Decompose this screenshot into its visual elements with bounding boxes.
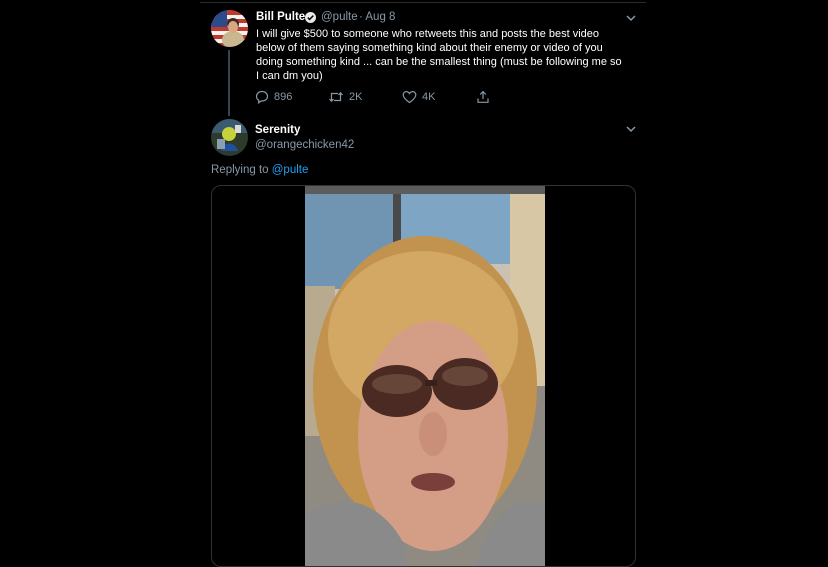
retweet-icon: [329, 91, 343, 103]
serenity-avatar[interactable]: [211, 119, 248, 156]
retweet-button[interactable]: 2K: [328, 89, 362, 105]
reply-icon: [255, 90, 269, 104]
reply-button[interactable]: 896: [255, 89, 292, 105]
author-name[interactable]: Bill Pulte: [256, 11, 305, 23]
reply-author-name[interactable]: Serenity: [255, 124, 300, 136]
top-divider: [200, 2, 646, 3]
avatar-image: [211, 119, 248, 156]
author-handle[interactable]: @pulte: [321, 11, 358, 23]
bill-pulte-avatar[interactable]: [211, 10, 248, 47]
verified-badge-icon: [305, 12, 316, 23]
avatar-image: [211, 10, 248, 47]
video-still-image: [305, 186, 545, 566]
share-icon: [477, 90, 489, 103]
reply-author-handle[interactable]: @orangechicken42: [255, 139, 354, 151]
reply-chevron-down-icon[interactable]: [624, 122, 638, 136]
like-count: 4K: [422, 91, 436, 103]
video-thumbnail[interactable]: [305, 186, 545, 566]
retweet-count: 2K: [349, 91, 363, 103]
reply-count: 896: [274, 91, 293, 103]
video-frame[interactable]: [211, 185, 636, 567]
chevron-down-icon[interactable]: [624, 11, 638, 25]
tweet-date[interactable]: · Aug 8: [359, 11, 395, 23]
like-button[interactable]: 4K: [402, 89, 435, 105]
replying-to-label: Replying to: [211, 164, 269, 176]
like-icon: [402, 90, 417, 104]
replying-to-mention[interactable]: @pulte: [272, 164, 309, 176]
share-button[interactable]: [476, 89, 490, 105]
tweet-text: I will give $500 to someone who retweets…: [256, 28, 622, 82]
replying-to-line: Replying to @pulte: [211, 164, 308, 176]
thread-connector-line: [228, 50, 230, 116]
